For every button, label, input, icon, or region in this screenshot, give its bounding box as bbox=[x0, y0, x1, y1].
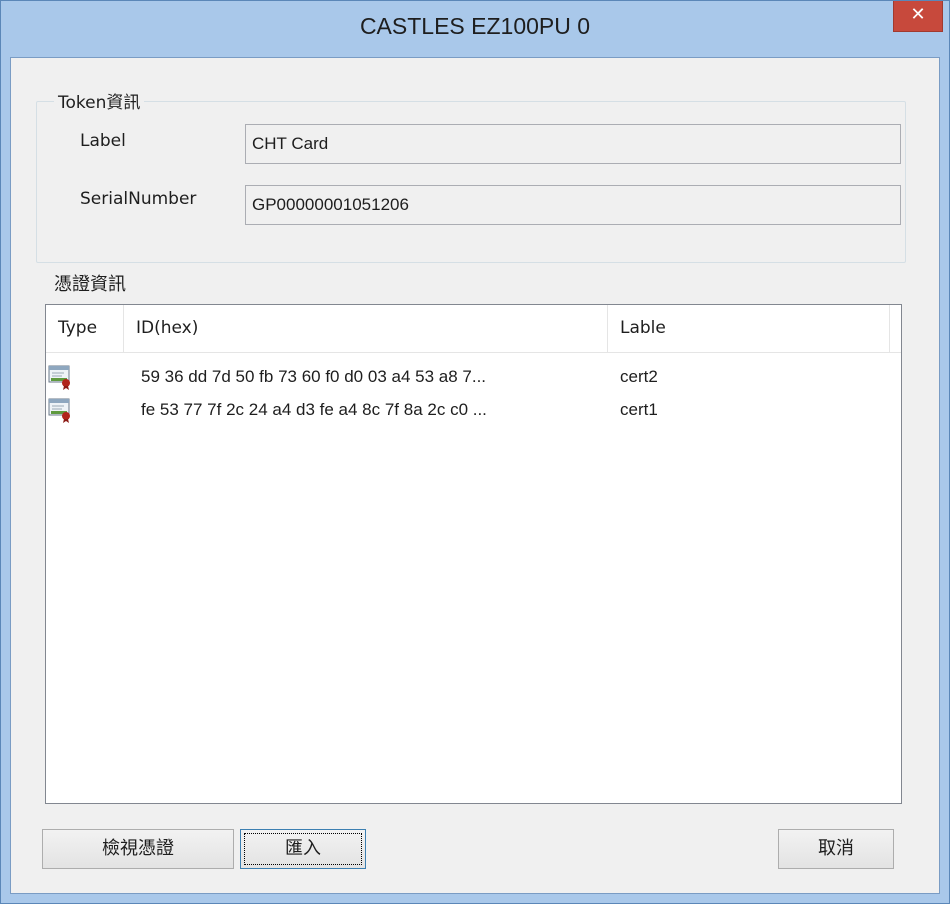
close-button[interactable]: ✕ bbox=[893, 1, 943, 32]
cert-list-header: Type ID(hex) Lable bbox=[46, 305, 901, 353]
cancel-button[interactable]: 取消 bbox=[778, 829, 894, 869]
label-caption: Label bbox=[80, 131, 126, 151]
certificate-icon bbox=[48, 398, 70, 423]
token-info-caption: Token資訊 bbox=[54, 88, 145, 113]
cert-row[interactable]: 59 36 dd 7d 50 fb 73 60 f0 d0 03 a4 53 a… bbox=[46, 360, 901, 394]
certificate-icon bbox=[48, 365, 70, 390]
view-cert-button[interactable]: 檢視憑證 bbox=[42, 829, 234, 869]
cert-id-hex: 59 36 dd 7d 50 fb 73 60 f0 d0 03 a4 53 a… bbox=[141, 367, 487, 386]
column-header-type[interactable]: Type bbox=[46, 305, 124, 352]
close-icon: ✕ bbox=[910, 4, 926, 25]
window-title: CASTLES EZ100PU 0 bbox=[359, 13, 591, 39]
cert-section-title: 憑證資訊 bbox=[54, 274, 126, 295]
title-bar[interactable]: CASTLES EZ100PU 0 ✕ bbox=[1, 1, 949, 56]
cert-row[interactable]: fe 53 77 7f 2c 24 a4 d3 fe a4 8c 7f 8a 2… bbox=[46, 393, 901, 427]
column-header-id[interactable]: ID(hex) bbox=[124, 305, 608, 352]
column-header-label[interactable]: Lable bbox=[608, 305, 890, 352]
cert-label: cert2 bbox=[620, 367, 658, 386]
cert-id-hex: fe 53 77 7f 2c 24 a4 d3 fe a4 8c 7f 8a 2… bbox=[141, 400, 487, 419]
serial-number-field[interactable]: GP00000001051206 bbox=[245, 185, 901, 225]
cert-list[interactable]: Type ID(hex) Lable 59 36 dd 7d 50 fb 73 … bbox=[45, 304, 902, 804]
import-button[interactable]: 匯入 bbox=[240, 829, 366, 869]
label-field[interactable]: CHT Card bbox=[245, 124, 901, 164]
cert-label: cert1 bbox=[620, 400, 658, 419]
serial-number-caption: SerialNumber bbox=[80, 189, 197, 209]
label-value: CHT Card bbox=[252, 134, 329, 153]
serial-number-value: GP00000001051206 bbox=[252, 195, 409, 214]
